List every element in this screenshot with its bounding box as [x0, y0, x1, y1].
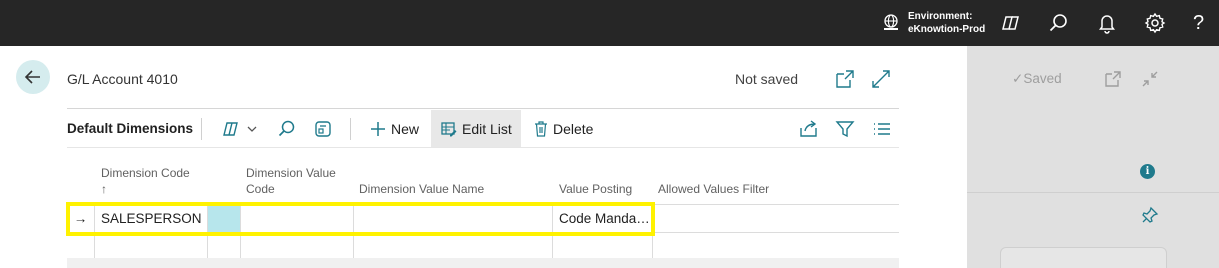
highlight-box [66, 202, 655, 236]
info-icon: i [1140, 164, 1155, 179]
column-header-dimension-value-name[interactable]: Dimension Value Name [359, 181, 484, 197]
background-saved-status: ✓Saved [1012, 71, 1062, 86]
app-top-bar: Environment: eKnowtion-Prod ? [0, 0, 1219, 46]
dimension-value-name-cell[interactable] [354, 233, 553, 260]
table-row[interactable] [67, 232, 899, 261]
plus-icon [371, 122, 385, 136]
search-icon[interactable] [1047, 11, 1071, 35]
checkmark-icon: ✓ [1012, 71, 1024, 86]
action-separator [201, 118, 202, 140]
part-title: Default Dimensions [67, 121, 194, 136]
share-icon[interactable] [798, 118, 820, 140]
copilot-icon[interactable] [222, 118, 262, 140]
edit-list-icon [441, 122, 457, 137]
background-card [1000, 247, 1167, 268]
bell-icon[interactable] [1095, 11, 1119, 35]
filter-pane-icon[interactable] [312, 118, 334, 140]
header-divider [67, 108, 899, 109]
delete-button-label: Delete [553, 121, 594, 137]
action-separator [350, 118, 351, 140]
new-button-label: New [391, 121, 420, 137]
column-header-allowed-values-filter[interactable]: Allowed Values Filter [658, 181, 769, 197]
row-indicator[interactable] [67, 233, 95, 260]
sort-ascending-icon: ↑ [101, 182, 107, 196]
copilot-icon[interactable] [999, 11, 1023, 35]
gear-icon[interactable] [1143, 11, 1167, 35]
globe-icon [884, 14, 898, 30]
lookup-cell[interactable] [208, 233, 241, 260]
allowed-values-filter-cell[interactable] [653, 205, 899, 232]
delete-button[interactable]: Delete [528, 110, 598, 148]
value-posting-cell[interactable] [553, 233, 653, 260]
filter-icon[interactable] [834, 118, 856, 140]
arrow-left-icon [24, 70, 40, 84]
background-divider [967, 192, 1219, 193]
column-header-dimension-value-code[interactable]: Dimension Value Code [246, 165, 336, 197]
page-title: G/L Account 4010 [67, 71, 178, 87]
open-new-window-icon[interactable] [834, 68, 856, 90]
back-button[interactable] [16, 60, 50, 94]
background-page [967, 46, 1219, 268]
dimension-code-cell[interactable] [95, 233, 208, 260]
edit-list-button-label: Edit List [462, 121, 512, 137]
list-view-icon[interactable] [870, 118, 892, 140]
grid-footer [67, 258, 899, 268]
collapse-icon [1142, 71, 1158, 87]
edit-list-button[interactable]: Edit List [431, 110, 521, 148]
open-new-window-icon [1105, 71, 1121, 87]
allowed-values-filter-cell[interactable] [653, 233, 899, 260]
action-bar-divider [67, 147, 899, 148]
new-button[interactable]: New [364, 110, 430, 148]
save-status: Not saved [735, 71, 799, 87]
column-header-dimension-code[interactable]: Dimension Code ↑ [101, 165, 190, 197]
search-icon[interactable] [276, 118, 298, 140]
pin-icon [1142, 206, 1159, 223]
expand-icon[interactable] [870, 68, 892, 90]
help-icon[interactable]: ? [1193, 11, 1217, 35]
environment-label: Environment: [908, 11, 973, 22]
column-header-value-posting[interactable]: Value Posting [559, 181, 632, 197]
trash-icon [535, 121, 547, 137]
environment-name[interactable]: eKnowtion-Prod [908, 23, 985, 36]
dimension-value-code-cell[interactable] [241, 233, 354, 260]
